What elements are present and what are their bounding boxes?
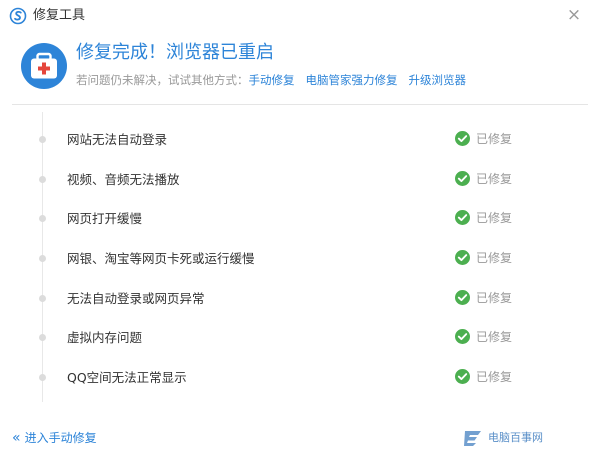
- list-item: 虚拟内存问题 已修复: [0, 320, 600, 360]
- double-chevron-left-icon: «: [12, 430, 20, 446]
- item-label: 虚拟内存问题: [67, 330, 143, 346]
- status-text: 已修复: [476, 251, 513, 266]
- list-item: 无法自动登录或网页异常 已修复: [0, 281, 600, 321]
- title-bar: 修复工具 ×: [0, 0, 600, 32]
- list-item: 网站无法自动登录 已修复: [0, 122, 600, 162]
- timeline-dot: [39, 255, 46, 263]
- upgrade-browser-link[interactable]: 升级浏览器: [409, 73, 467, 87]
- list-item: 网银、淘宝等网页卡死或运行缓慢 已修复: [0, 241, 600, 281]
- manual-repair-link[interactable]: 手动修复: [249, 73, 295, 87]
- timeline-dot: [39, 136, 46, 143]
- status-text: 已修复: [476, 290, 513, 305]
- check-circle-icon: [455, 210, 470, 226]
- timeline-dot: [39, 374, 46, 382]
- timeline-dot: [39, 294, 46, 302]
- list-item: QQ空间无法正常显示 已修复: [0, 360, 600, 400]
- check-circle-icon: [455, 170, 470, 186]
- timeline-dot: [39, 175, 46, 183]
- list-item: 网页打开缓慢 已修复: [0, 201, 600, 241]
- result-header: 修复完成！浏览器已重启 若问题仍未解决，试试其他方式：手动修复 电脑管家强力修复升…: [0, 32, 600, 102]
- status-text: 已修复: [476, 132, 513, 146]
- timeline-dot: [39, 215, 46, 223]
- timeline-dot: [39, 334, 46, 342]
- alternative-options: 若问题仍未解决，试试其他方式：手动修复 电脑管家强力修复 升级浏览器: [76, 72, 477, 88]
- first-aid-kit-icon: [21, 43, 67, 89]
- alternative-prompt: 若问题仍未解决，试试其他方式：: [76, 73, 249, 87]
- manual-link-label: 进入手动修复: [24, 431, 97, 445]
- footer: « 进入手动修复 电脑百事网: [0, 420, 600, 457]
- check-circle-icon: [455, 250, 470, 266]
- repair-item-list: 网站无法自动登录 已修复 视频、音频无法播放 已修复 网页打开缓慢 已修复 网银…: [0, 122, 600, 400]
- enter-manual-repair-link[interactable]: « 进入手动修复: [12, 430, 97, 446]
- item-label: 网站无法自动登录: [67, 132, 168, 147]
- item-label: 视频、音频无法播放: [67, 171, 180, 187]
- window-title: 修复工具: [33, 8, 86, 23]
- item-label: 无法自动登录或网页异常: [67, 290, 205, 306]
- item-label: QQ空间无法正常显示: [67, 370, 187, 386]
- check-circle-icon: [455, 131, 470, 146]
- status-text: 已修复: [476, 211, 513, 226]
- item-label: 网页打开缓慢: [67, 211, 143, 227]
- brand-text: 电脑百事网: [488, 431, 543, 444]
- browser-logo-icon: [9, 7, 27, 25]
- status-text: 已修复: [476, 370, 513, 385]
- result-headline: 修复完成！浏览器已重启: [76, 42, 274, 63]
- brand-logo-icon: [464, 431, 481, 446]
- status-text: 已修复: [476, 330, 513, 345]
- pc-manager-repair-link[interactable]: 电脑管家强力修复: [306, 73, 398, 87]
- check-circle-icon: [455, 329, 470, 345]
- header-divider: [12, 104, 588, 105]
- list-item: 视频、音频无法播放 已修复: [0, 162, 600, 202]
- check-circle-icon: [455, 369, 470, 385]
- status-text: 已修复: [476, 171, 513, 186]
- check-circle-icon: [455, 289, 470, 305]
- close-button[interactable]: ×: [566, 6, 582, 24]
- item-label: 网银、淘宝等网页卡死或运行缓慢: [67, 251, 255, 267]
